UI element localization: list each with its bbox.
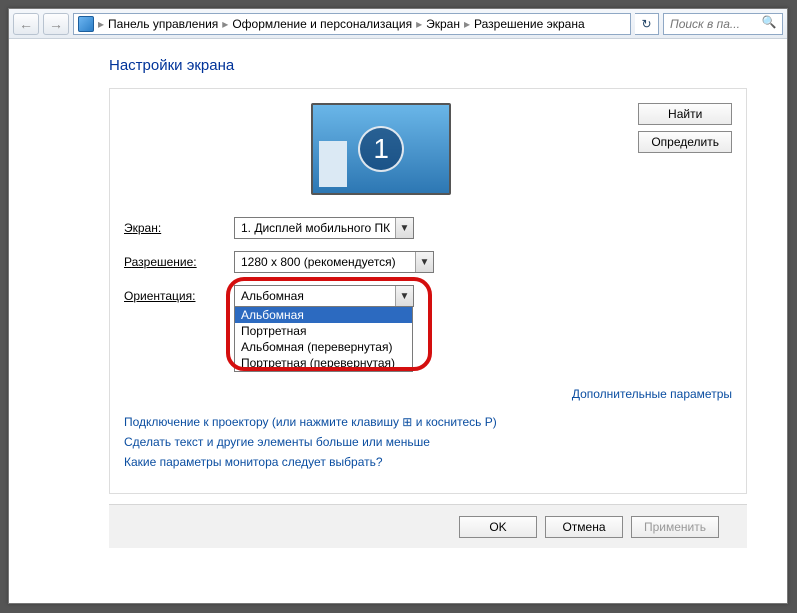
orientation-label: Ориентация: — [124, 289, 234, 303]
orientation-option[interactable]: Альбомная (перевернутая) — [235, 339, 412, 355]
screen-row: Экран: 1. Дисплей мобильного ПК ▼ — [124, 217, 732, 239]
breadcrumb[interactable]: Панель управления — [108, 17, 218, 31]
apply-button[interactable]: Применить — [631, 516, 719, 538]
breadcrumb[interactable]: Экран — [426, 17, 460, 31]
search-box[interactable]: 🔍 — [663, 13, 783, 35]
toolbar: ← → ▸ Панель управления ▸ Оформление и п… — [9, 9, 787, 39]
refresh-icon: ↻ — [641, 17, 651, 31]
chevron-down-icon: ▼ — [395, 218, 413, 238]
whichmonitor-link[interactable]: Какие параметры монитора следует выбрать… — [124, 455, 732, 469]
breadcrumb[interactable]: Оформление и персонализация — [232, 17, 412, 31]
window: ← → ▸ Панель управления ▸ Оформление и п… — [8, 8, 788, 604]
breadcrumb-sep: ▸ — [220, 17, 230, 31]
help-links: Подключение к проектору (или нажмите кла… — [124, 415, 732, 469]
resolution-value: 1280 x 800 (рекомендуется) — [235, 255, 415, 269]
breadcrumb[interactable]: Разрешение экрана — [474, 17, 585, 31]
screen-label: Экран: — [124, 221, 234, 235]
monitor-number: 1 — [358, 126, 404, 172]
orientation-row: Ориентация: Альбомная ▼ Альбомная Портре… — [124, 285, 732, 307]
find-button[interactable]: Найти — [638, 103, 732, 125]
chevron-down-icon: ▼ — [395, 286, 413, 306]
resolution-label: Разрешение: — [124, 255, 234, 269]
breadcrumb-sep: ▸ — [96, 17, 106, 31]
monitor-preview[interactable]: 1 — [311, 103, 451, 195]
settings-panel: 1 Найти Определить Экран: 1. Дисплей моб… — [109, 88, 747, 494]
refresh-button[interactable]: ↻ — [635, 13, 659, 35]
orientation-value: Альбомная — [235, 289, 395, 303]
content-area: Настройки экрана 1 Найти Определить Экра… — [9, 39, 787, 539]
textsize-link[interactable]: Сделать текст и другие элементы больше и… — [124, 435, 732, 449]
search-input[interactable] — [668, 16, 748, 32]
forward-icon: → — [49, 16, 63, 32]
advanced-row: Дополнительные параметры — [124, 387, 732, 401]
cancel-button[interactable]: Отмена — [545, 516, 623, 538]
back-icon: ← — [19, 16, 33, 32]
form: Экран: 1. Дисплей мобильного ПК ▼ Разреш… — [124, 217, 732, 307]
orientation-option[interactable]: Альбомная — [235, 307, 412, 323]
orientation-option[interactable]: Портретная — [235, 323, 412, 339]
search-icon: 🔍 — [760, 15, 778, 33]
footer: OK Отмена Применить — [109, 504, 747, 548]
breadcrumb-sep: ▸ — [414, 17, 424, 31]
breadcrumb-sep: ▸ — [462, 17, 472, 31]
detect-button[interactable]: Определить — [638, 131, 732, 153]
screen-combo[interactable]: 1. Дисплей мобильного ПК ▼ — [234, 217, 414, 239]
screen-value: 1. Дисплей мобильного ПК — [235, 221, 395, 235]
resolution-combo[interactable]: 1280 x 800 (рекомендуется) ▼ — [234, 251, 434, 273]
resolution-row: Разрешение: 1280 x 800 (рекомендуется) ▼ — [124, 251, 732, 273]
forward-button[interactable]: → — [43, 13, 69, 35]
orientation-combo[interactable]: Альбомная ▼ — [234, 285, 414, 307]
preview-row: 1 Найти Определить — [124, 103, 732, 195]
orientation-option[interactable]: Портретная (перевернутая) — [235, 355, 412, 371]
side-buttons: Найти Определить — [638, 103, 732, 153]
control-panel-icon — [78, 16, 94, 32]
preview-center: 1 — [124, 103, 638, 195]
projector-link[interactable]: Подключение к проектору (или нажмите кла… — [124, 415, 732, 429]
advanced-link[interactable]: Дополнительные параметры — [572, 387, 732, 401]
page-title: Настройки экрана — [109, 57, 747, 74]
ok-button[interactable]: OK — [459, 516, 537, 538]
orientation-dropdown[interactable]: Альбомная Портретная Альбомная (переверн… — [234, 307, 413, 372]
address-bar[interactable]: ▸ Панель управления ▸ Оформление и персо… — [73, 13, 631, 35]
back-button[interactable]: ← — [13, 13, 39, 35]
chevron-down-icon: ▼ — [415, 252, 433, 272]
